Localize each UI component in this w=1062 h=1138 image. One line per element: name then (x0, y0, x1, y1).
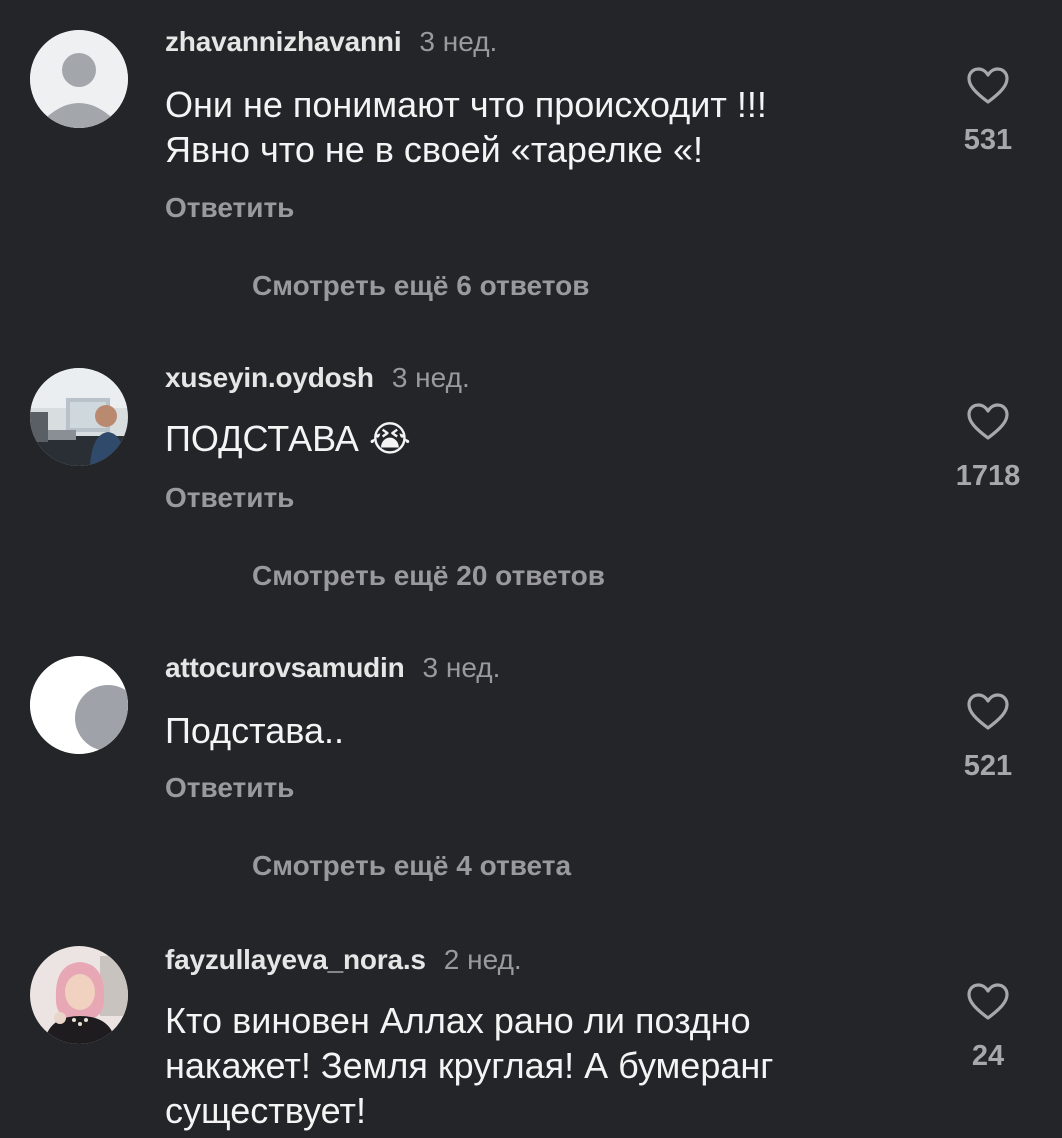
comment-item: zhavannizhavanni 3 нед. Они не понимают … (0, 22, 1062, 302)
comment-text-line: накажет! Земля круглая! А бумеранг (165, 1045, 774, 1086)
like-button[interactable]: 1718 (948, 402, 1028, 493)
profile-photo-icon (30, 946, 128, 1044)
heart-icon (967, 983, 1009, 1020)
comment-text: Кто виновен Аллах рано ли поздно накажет… (165, 998, 885, 1133)
timestamp: 3 нед. (422, 652, 501, 683)
heart-icon (967, 693, 1009, 730)
comment-text-line: Кто виновен Аллах рано ли поздно (165, 1000, 751, 1041)
comment-meta: fayzullayeva_nora.s 2 нед. (165, 940, 522, 980)
avatar[interactable] (30, 368, 128, 466)
view-more-replies[interactable]: Смотреть ещё 4 ответа (252, 850, 571, 882)
comment-meta: zhavannizhavanni 3 нед. (165, 22, 497, 62)
like-button[interactable]: 521 (948, 692, 1028, 783)
reply-button[interactable]: Ответить (165, 192, 294, 224)
username[interactable]: xuseyin.oydosh (165, 362, 374, 394)
like-count: 24 (971, 1040, 1005, 1072)
reply-button[interactable]: Ответить (165, 772, 294, 804)
timestamp: 3 нед. (391, 362, 470, 393)
timestamp: 3 нед. (419, 26, 498, 57)
comment-text: Подстава.. (165, 710, 344, 751)
avatar[interactable] (30, 946, 128, 1044)
default-user-icon (30, 30, 128, 128)
like-count: 1718 (955, 460, 1021, 492)
timestamp: 2 нед. (443, 944, 522, 975)
comment-text-line: Явно что не в своей «тарелке «! (165, 129, 703, 170)
comment-item: attocurovsamudin 3 нед. Подстава.. Ответ… (0, 648, 1062, 898)
comment-meta: attocurovsamudin 3 нед. (165, 648, 500, 688)
comment-item: fayzullayeva_nora.s 2 нед. Кто виновен А… (0, 940, 1062, 1138)
username[interactable]: attocurovsamudin (165, 652, 405, 684)
reply-button[interactable]: Ответить (165, 482, 294, 514)
comment-text: ПОДСТАВА 😭 (165, 418, 411, 459)
crescent-icon (30, 656, 128, 754)
username[interactable]: zhavannizhavanni (165, 26, 402, 58)
like-count: 531 (963, 124, 1013, 156)
view-more-replies[interactable]: Смотреть ещё 20 ответов (252, 560, 605, 592)
profile-photo-icon (30, 368, 128, 466)
username[interactable]: fayzullayeva_nora.s (165, 944, 426, 976)
like-button[interactable]: 531 (948, 66, 1028, 157)
avatar[interactable] (30, 656, 128, 754)
heart-icon (967, 67, 1009, 104)
comment-text-line: существует! (165, 1090, 366, 1131)
comment-text-line: Они не понимают что происходит !!! (165, 84, 767, 125)
like-button[interactable]: 24 (948, 982, 1028, 1073)
avatar[interactable] (30, 30, 128, 128)
like-count: 521 (963, 750, 1013, 782)
comment-text: Они не понимают что происходит !!! Явно … (165, 82, 885, 172)
comment-item: xuseyin.oydosh 3 нед. ПОДСТАВА 😭 Ответит… (0, 358, 1062, 608)
heart-icon (967, 403, 1009, 440)
view-more-replies[interactable]: Смотреть ещё 6 ответов (252, 270, 589, 302)
comment-meta: xuseyin.oydosh 3 нед. (165, 358, 470, 398)
